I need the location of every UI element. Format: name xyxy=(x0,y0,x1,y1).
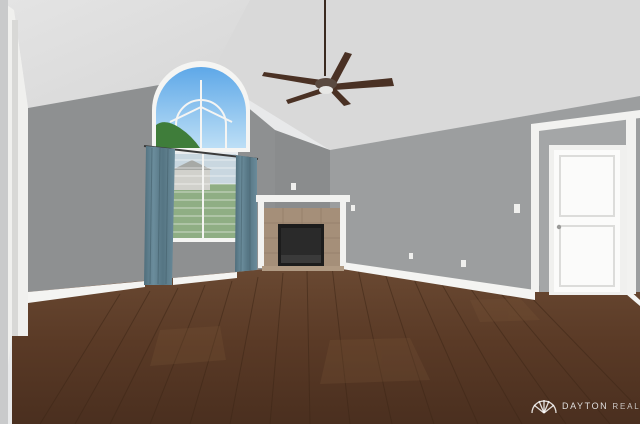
interior-door xyxy=(549,145,627,295)
shell-logo-icon xyxy=(531,400,557,414)
right-curtain xyxy=(235,155,257,272)
room-photo: DAYTON REALTORS xyxy=(0,0,640,424)
left-curtain xyxy=(144,146,175,285)
watermark-suffix: REALTORS xyxy=(612,402,640,411)
watermark: DAYTON REALTORS xyxy=(531,400,640,414)
watermark-brand: DAYTON xyxy=(562,401,609,411)
